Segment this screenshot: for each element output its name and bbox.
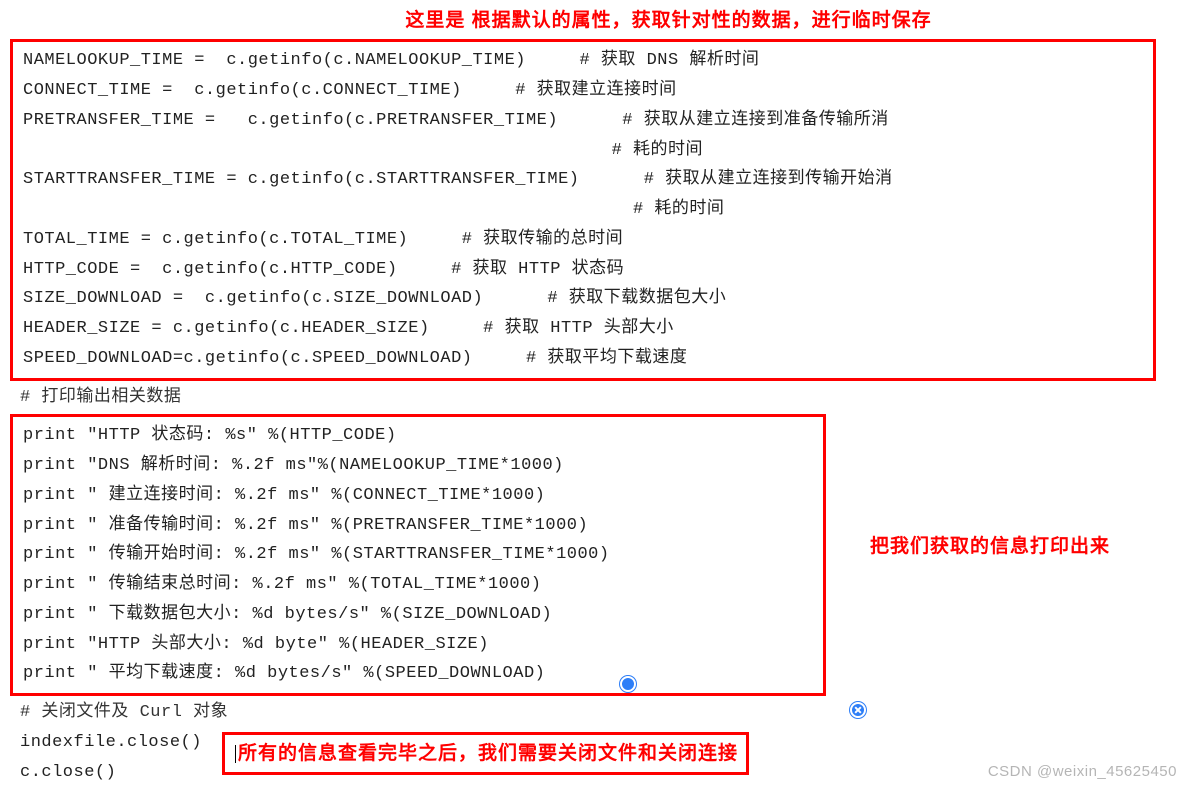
code-line: # 耗的时间 (23, 136, 1143, 166)
code-line: TOTAL_TIME = c.getinfo(c.TOTAL_TIME) # 获… (23, 225, 1143, 255)
close-section-comment: # 关闭文件及 Curl 对象 (20, 698, 1183, 728)
close-annotation-box: 所有的信息查看完毕之后，我们需要关闭文件和关闭连接 (222, 732, 749, 775)
code-line: indexfile.close() (20, 728, 202, 758)
code-line: print " 传输结束总时间: %.2f ms" %(TOTAL_TIME*1… (23, 570, 813, 600)
code-line: HEADER_SIZE = c.getinfo(c.HEADER_SIZE) #… (23, 314, 1143, 344)
getinfo-code-box: NAMELOOKUP_TIME = c.getinfo(c.NAMELOOKUP… (10, 39, 1156, 380)
code-line: print "DNS 解析时间: %.2f ms"%(NAMELOOKUP_TI… (23, 451, 813, 481)
code-line: NAMELOOKUP_TIME = c.getinfo(c.NAMELOOKUP… (23, 46, 1143, 76)
code-line: # 耗的时间 (23, 195, 1143, 225)
code-line: SIZE_DOWNLOAD = c.getinfo(c.SIZE_DOWNLOA… (23, 284, 1143, 314)
code-line: SPEED_DOWNLOAD=c.getinfo(c.SPEED_DOWNLOA… (23, 344, 1143, 374)
close-annotation-text: 所有的信息查看完毕之后，我们需要关闭文件和关闭连接 (238, 743, 738, 764)
print-section-comment: # 打印输出相关数据 (20, 383, 1183, 413)
selection-close-icon[interactable] (850, 702, 866, 718)
code-line: print " 下载数据包大小: %d bytes/s" %(SIZE_DOWN… (23, 600, 813, 630)
code-line: print " 平均下载速度: %d bytes/s" %(SPEED_DOWN… (23, 659, 813, 689)
top-annotation: 这里是 根据默认的属性，获取针对性的数据，进行临时保存 (154, 4, 1183, 37)
watermark-text: CSDN @weixin_45625450 (988, 759, 1177, 785)
selection-handle-icon[interactable] (620, 676, 636, 692)
code-line: print " 传输开始时间: %.2f ms" %(STARTTRANSFER… (23, 540, 813, 570)
print-annotation: 把我们获取的信息打印出来 (870, 530, 1110, 563)
text-cursor-icon (235, 745, 236, 763)
print-code-box: print "HTTP 状态码: %s" %(HTTP_CODE) print … (10, 414, 826, 696)
code-line: CONNECT_TIME = c.getinfo(c.CONNECT_TIME)… (23, 76, 1143, 106)
code-line: STARTTRANSFER_TIME = c.getinfo(c.STARTTR… (23, 165, 1143, 195)
code-line: print " 建立连接时间: %.2f ms" %(CONNECT_TIME*… (23, 481, 813, 511)
code-line: print "HTTP 头部大小: %d byte" %(HEADER_SIZE… (23, 630, 813, 660)
code-line: print " 准备传输时间: %.2f ms" %(PRETRANSFER_T… (23, 511, 813, 541)
code-line: PRETRANSFER_TIME = c.getinfo(c.PRETRANSF… (23, 106, 1143, 136)
code-line: c.close() (20, 758, 202, 788)
code-line: print "HTTP 状态码: %s" %(HTTP_CODE) (23, 421, 813, 451)
code-line: HTTP_CODE = c.getinfo(c.HTTP_CODE) # 获取 … (23, 255, 1143, 285)
